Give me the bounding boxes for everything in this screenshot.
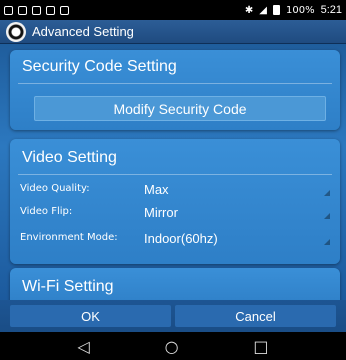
cancel-button[interactable]: Cancel: [175, 305, 336, 327]
environment-mode-row[interactable]: Environment Mode: Indoor(60hz): [20, 225, 332, 251]
video-flip-label: Video Flip:: [20, 206, 73, 217]
environment-mode-label: Environment Mode:: [20, 232, 118, 243]
settings-content[interactable]: Security Code Setting Modify Security Co…: [0, 44, 346, 300]
notification-icon: [18, 5, 27, 15]
environment-mode-value: Indoor(60hz): [144, 230, 218, 246]
modify-security-code-button[interactable]: Modify Security Code: [34, 96, 326, 121]
video-setting-card: Video Setting Video Quality: Max Video F…: [10, 139, 340, 264]
battery-percent: 100%: [285, 4, 315, 16]
app-logo-icon: [6, 21, 26, 42]
video-flip-select[interactable]: Mirror: [144, 202, 332, 222]
dropdown-corner-icon: [324, 190, 330, 196]
clock: 5:21: [320, 4, 342, 16]
notification-icon: [46, 5, 55, 15]
notification-icon: [60, 5, 69, 15]
status-bar: ✱ ◢ 100% 5:21: [0, 0, 346, 20]
wifi-setting-title: Wi-Fi Setting: [22, 278, 114, 295]
status-system-icons: ✱ ◢ 100% 5:21: [245, 4, 342, 16]
video-flip-value: Mirror: [144, 204, 178, 220]
wifi-setting-card: Wi-Fi Setting: [10, 268, 340, 300]
system-nav-bar: ◁ ○ □: [0, 332, 346, 360]
video-quality-label: Video Quality:: [20, 183, 90, 194]
battery-icon: [272, 5, 280, 15]
wifi-icon: ◢: [259, 4, 267, 16]
notification-icon: [32, 5, 41, 15]
card-divider: [18, 83, 332, 84]
page-title: Advanced Setting: [32, 24, 134, 39]
security-code-card: Security Code Setting Modify Security Co…: [10, 50, 340, 130]
dropdown-corner-icon: [324, 239, 330, 245]
dropdown-corner-icon: [324, 213, 330, 219]
action-bar: OK Cancel: [0, 300, 346, 332]
video-flip-row[interactable]: Video Flip: Mirror: [20, 202, 332, 222]
video-quality-value: Max: [144, 181, 169, 197]
notification-icon: [4, 5, 13, 15]
status-notification-icons: [4, 5, 69, 15]
home-icon[interactable]: ○: [165, 337, 179, 356]
bluetooth-icon: ✱: [244, 4, 254, 16]
video-quality-row[interactable]: Video Quality: Max: [20, 179, 332, 199]
environment-mode-select[interactable]: Indoor(60hz): [144, 228, 332, 248]
video-setting-title: Video Setting: [22, 149, 117, 166]
card-divider: [18, 174, 332, 175]
security-code-title: Security Code Setting: [22, 58, 177, 75]
video-quality-select[interactable]: Max: [144, 179, 332, 199]
ok-button[interactable]: OK: [10, 305, 171, 327]
back-icon[interactable]: ◁: [77, 337, 89, 356]
recent-apps-icon[interactable]: □: [253, 337, 268, 356]
app-bar: Advanced Setting: [0, 20, 346, 44]
